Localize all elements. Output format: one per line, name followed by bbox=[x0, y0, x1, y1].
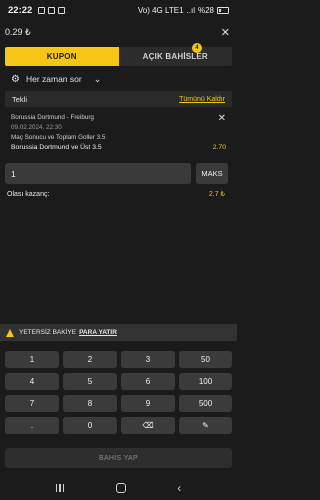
key-1[interactable]: 1 bbox=[5, 351, 59, 368]
balance: 0.29 ₺ bbox=[5, 26, 31, 37]
odds-setting-label: Her zaman sor bbox=[25, 74, 82, 84]
bet-type-bar: Tekli Tümünü Kaldır bbox=[5, 91, 232, 107]
warning-icon bbox=[6, 328, 14, 337]
close-icon[interactable]: ✕ bbox=[221, 26, 230, 39]
insufficient-balance-bar: YETERSİZ BAKİYE PARA YATIR bbox=[0, 324, 237, 341]
key-7[interactable]: 7 bbox=[5, 395, 59, 412]
possible-win-label: Olası kazanç: bbox=[7, 190, 50, 198]
key-0[interactable]: 0 bbox=[63, 417, 117, 434]
betslip-tabs: KUPON AÇIK BAHİSLER 4 bbox=[5, 43, 232, 66]
match-date: 09.02.2024, 22:30 bbox=[11, 124, 62, 131]
key-6[interactable]: 6 bbox=[121, 373, 175, 390]
system-navigation-bar: ‹ bbox=[0, 476, 237, 500]
bet-selection-card: Borussia Dortmund - Freiburg 09.02.2024,… bbox=[5, 110, 232, 160]
remove-all-link[interactable]: Tümünü Kaldır bbox=[179, 96, 225, 103]
max-stake-label: MAKS bbox=[201, 169, 223, 178]
place-bet-button[interactable]: BAHİS YAP bbox=[5, 448, 232, 468]
market-name: Maç Sonucu ve Toplam Goller 3.5 bbox=[11, 134, 106, 141]
battery-icon bbox=[217, 6, 229, 14]
key-4[interactable]: 4 bbox=[5, 373, 59, 390]
signal-icon: ..ıl bbox=[186, 5, 195, 15]
numeric-keypad: 1 2 3 50 4 5 6 100 7 8 9 500 . 0 ⌫ ✎ bbox=[0, 346, 237, 446]
tab-open-bets-label: AÇIK BAHİSLER bbox=[142, 52, 208, 61]
key-8[interactable]: 8 bbox=[63, 395, 117, 412]
possible-win-row: Olası kazanç: 2.7 ₺ bbox=[5, 187, 232, 201]
possible-win-value: 2.7 ₺ bbox=[208, 191, 225, 198]
quick-500-button[interactable]: 500 bbox=[179, 395, 232, 412]
recent-apps-icon[interactable] bbox=[55, 484, 65, 492]
quick-100-button[interactable]: 100 bbox=[179, 373, 232, 390]
key-2[interactable]: 2 bbox=[63, 351, 117, 368]
selection-name: Borussia Dortmund ve Üst 3.5 bbox=[11, 144, 102, 151]
battery-percent: %28 bbox=[197, 5, 214, 15]
tab-kupon-label: KUPON bbox=[46, 52, 77, 61]
stake-input[interactable]: 1 bbox=[5, 163, 191, 184]
quick-50-button[interactable]: 50 bbox=[179, 351, 232, 368]
match-name: Borussia Dortmund - Freiburg bbox=[11, 114, 94, 121]
key-5[interactable]: 5 bbox=[63, 373, 117, 390]
home-icon[interactable] bbox=[115, 483, 126, 493]
max-stake-button[interactable]: MAKS bbox=[196, 163, 228, 184]
open-bets-count-badge: 4 bbox=[192, 43, 202, 53]
selection-odd: 2.70 bbox=[212, 144, 226, 151]
status-time: 22:22 bbox=[8, 4, 33, 16]
notification-icon bbox=[58, 6, 66, 14]
notification-icons bbox=[38, 6, 66, 14]
place-bet-label: BAHİS YAP bbox=[98, 454, 138, 462]
key-decimal[interactable]: . bbox=[5, 417, 59, 434]
edit-icon[interactable]: ✎ bbox=[179, 417, 232, 434]
odds-change-setting[interactable]: ⚙ Her zaman sor ⌄ bbox=[5, 71, 232, 87]
network-indicator: Vo) 4G LTE1 bbox=[137, 5, 184, 15]
notification-icon bbox=[48, 6, 56, 14]
gear-icon: ⚙ bbox=[11, 73, 20, 85]
backspace-icon[interactable]: ⌫ bbox=[121, 417, 175, 434]
remove-selection-icon[interactable]: ✕ bbox=[218, 113, 226, 124]
notification-icon bbox=[38, 6, 46, 14]
tab-kupon[interactable]: KUPON bbox=[5, 47, 119, 66]
tab-open-bets[interactable]: AÇIK BAHİSLER 4 bbox=[118, 43, 232, 66]
status-bar: 22:22 Vo) 4G LTE1 ..ıl %28 bbox=[0, 0, 237, 20]
system-icons: Vo) 4G LTE1 ..ıl %28 bbox=[138, 6, 229, 15]
chevron-down-icon: ⌄ bbox=[93, 73, 102, 84]
back-icon[interactable]: ‹ bbox=[177, 481, 181, 495]
selection-row: Borussia Dortmund ve Üst 3.5 2.70 bbox=[11, 143, 226, 153]
deposit-link[interactable]: PARA YATIR bbox=[79, 329, 117, 336]
warning-text: YETERSİZ BAKİYE bbox=[19, 329, 77, 336]
bet-type-label: Tekli bbox=[12, 94, 28, 104]
key-3[interactable]: 3 bbox=[121, 351, 175, 368]
stake-value: 1 bbox=[11, 168, 16, 179]
betslip-header: 0.29 ₺ ✕ bbox=[0, 22, 237, 42]
key-9[interactable]: 9 bbox=[121, 395, 175, 412]
